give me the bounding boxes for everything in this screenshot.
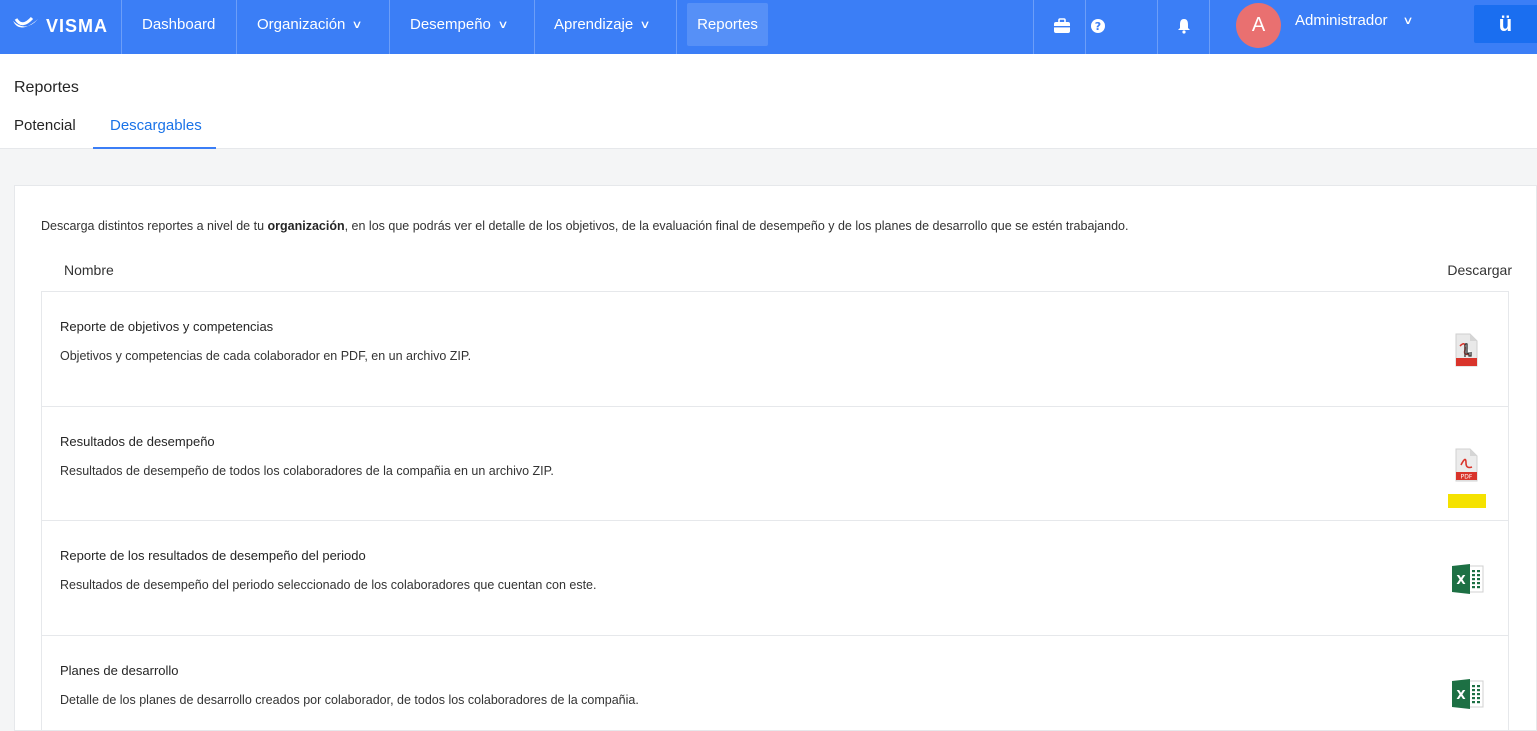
nav-reportes[interactable]: Reportes	[687, 3, 768, 46]
nav-divider	[236, 0, 237, 54]
report-description: Resultados de desempeño del periodo sele…	[60, 578, 597, 592]
highlight-marker	[1448, 493, 1486, 508]
report-title: Resultados de desempeño	[60, 433, 215, 449]
avatar[interactable]: A	[1236, 3, 1281, 48]
pdf-download-icon[interactable]: PDF	[1451, 447, 1481, 483]
brand-name: VISMA	[46, 15, 109, 36]
chevron-down-icon: ∨	[1401, 15, 1414, 27]
nav-label: Dashboard	[142, 16, 216, 33]
top-navigation-bar: VISMA Dashboard Organización ∨ Desempeño…	[0, 0, 1537, 54]
nav-divider	[1033, 0, 1034, 54]
intro-text-bold: organización	[267, 219, 345, 233]
pdf-label: PDF	[1461, 473, 1473, 480]
nav-aprendizaje[interactable]: Aprendizaje ∨	[542, 3, 661, 46]
column-header-download: Descargar	[1447, 262, 1512, 278]
reports-table: Reporte de objetivos y competencias Obje…	[41, 291, 1509, 731]
excel-label: X	[1456, 573, 1466, 587]
nav-dashboard[interactable]: Dashboard	[130, 3, 227, 46]
excel-download-icon[interactable]: X	[1451, 678, 1484, 714]
tab-potencial[interactable]: Potencial	[14, 117, 76, 134]
excel-label: X	[1456, 688, 1466, 702]
active-tab-indicator	[93, 147, 216, 149]
page-header: Reportes Potencial Descargables	[0, 54, 1537, 149]
chevron-down-icon: ∨	[639, 19, 651, 31]
nav-desempeno[interactable]: Desempeño ∨	[398, 3, 519, 46]
table-row: Reporte de objetivos y competencias Obje…	[41, 292, 1509, 407]
table-row: Resultados de desempeño Resultados de de…	[41, 406, 1509, 521]
svg-text:?: ?	[1095, 20, 1101, 33]
user-menu[interactable]: Administrador ∨	[1295, 12, 1414, 29]
briefcase-icon[interactable]	[1050, 14, 1074, 38]
nav-label: Aprendizaje	[554, 16, 634, 33]
nav-divider	[1157, 0, 1158, 54]
report-title: Reporte de objetivos y competencias	[60, 319, 274, 334]
app-switcher-button[interactable]: ü	[1474, 5, 1537, 43]
table-row: Reporte de los resultados de desempeño d…	[41, 521, 1509, 636]
intro-text-part: , en los que podrás ver el detalle de lo…	[344, 219, 1129, 233]
nav-label: Desempeño	[410, 16, 491, 33]
nav-divider	[1209, 0, 1210, 54]
tab-descargables[interactable]: Descargables	[110, 117, 202, 134]
pdf-download-icon[interactable]	[1451, 332, 1481, 368]
nav-divider	[121, 0, 122, 54]
intro-text-part: Descarga distintos reportes a nivel de t…	[41, 219, 268, 233]
report-description: Objetivos y competencias de cada colabor…	[60, 349, 472, 363]
nav-label: Reportes	[697, 16, 758, 33]
page-title: Reportes	[14, 79, 79, 96]
nav-divider	[389, 0, 390, 54]
report-title: Planes de desarrollo	[60, 662, 179, 678]
report-description: Detalle de los planes de desarrollo crea…	[60, 692, 639, 707]
chevron-down-icon: ∨	[497, 19, 509, 31]
chevron-down-icon: ∨	[351, 19, 364, 31]
user-name: Administrador	[1295, 12, 1388, 29]
excel-download-icon[interactable]: X	[1451, 563, 1484, 599]
nav-organizacion[interactable]: Organización ∨	[245, 3, 373, 46]
intro-text: Descarga distintos reportes a nivel de t…	[41, 219, 1128, 233]
reports-card: Descarga distintos reportes a nivel de t…	[14, 185, 1537, 731]
nav-divider	[534, 0, 535, 54]
column-header-name: Nombre	[64, 262, 114, 278]
bell-icon[interactable]	[1172, 14, 1196, 38]
report-title: Reporte de los resultados de desempeño d…	[60, 548, 366, 563]
visma-swoosh-icon	[13, 17, 38, 28]
help-icon[interactable]: ?	[1086, 14, 1110, 38]
table-row: Planes de desarrollo Detalle de los plan…	[41, 635, 1509, 731]
nav-label: Organización	[257, 16, 346, 33]
visma-logo[interactable]: VISMA	[12, 12, 108, 40]
report-description: Resultados de desempeño de todos los col…	[60, 463, 554, 478]
nav-divider	[676, 0, 677, 54]
